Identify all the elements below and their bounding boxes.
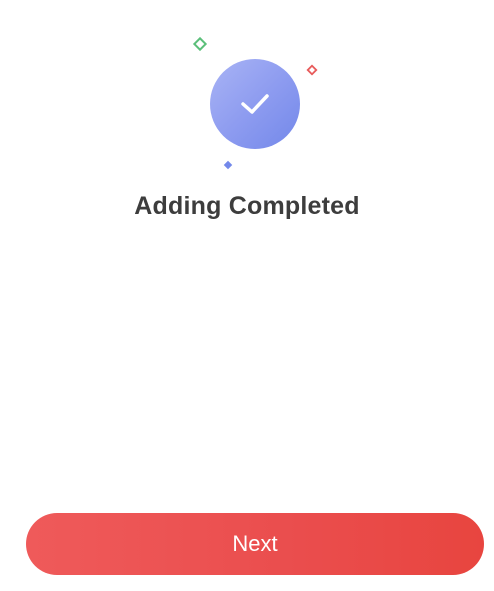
page-title: Adding Completed	[134, 192, 360, 220]
next-button[interactable]: Next	[26, 513, 484, 575]
checkmark-icon	[241, 94, 269, 114]
sparkle-diamond-icon	[223, 160, 233, 170]
sparkle-diamond-icon	[192, 36, 208, 52]
adding-completed-screen: Adding Completed Next	[0, 0, 494, 591]
sparkle-diamond-icon	[306, 64, 318, 76]
success-badge	[210, 59, 300, 149]
